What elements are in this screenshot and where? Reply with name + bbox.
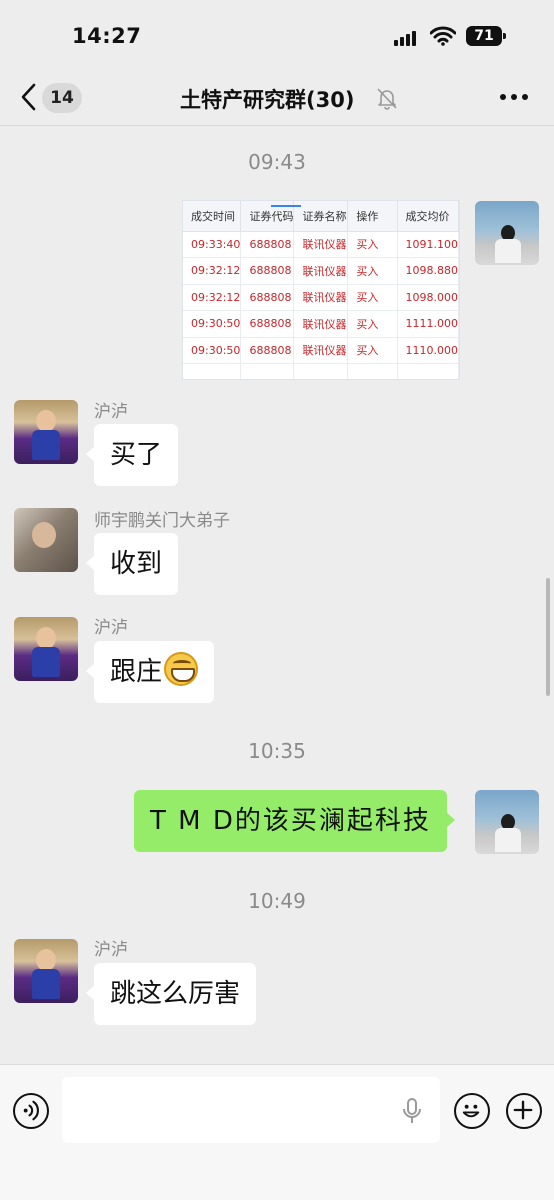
table-cell: 688808 [240, 231, 295, 258]
message-input[interactable] [62, 1077, 440, 1143]
trade-screenshot-image[interactable]: 成交时间 证券代码 证券名称 操作 成交均价 09:33:40 688808 联… [182, 200, 460, 380]
table-row: 09:33:40 688808 联讯仪器 买入 1091.100 [183, 231, 459, 258]
table-cell: 09:32:12 [183, 257, 242, 285]
avatar[interactable] [14, 400, 78, 464]
table-row: 09:30:50 688808 联讯仪器 买入 1110.000 [183, 337, 459, 364]
input-bar [0, 1064, 554, 1200]
status-bar: 14:27 71 [0, 0, 554, 70]
unread-count-badge[interactable]: 14 [42, 83, 82, 113]
table-cell: 联讯仪器 [293, 257, 349, 285]
table-row: 09:32:12 688808 联讯仪器 买入 1098.000 [183, 284, 459, 311]
sender-name: 沪泸 [94, 402, 128, 422]
table-cell: 买入 [347, 337, 398, 364]
table-header: 证券名称 [293, 201, 349, 232]
avatar[interactable] [14, 939, 78, 1003]
chat-title[interactable]: 土特产研究群(30) [180, 84, 354, 114]
table-cell: 1110.000 [397, 337, 459, 364]
mic-icon[interactable] [402, 1097, 422, 1125]
table-header: 操作 [347, 201, 398, 232]
sender-name: 沪泸 [94, 618, 128, 638]
timestamp: 09:43 [248, 150, 306, 174]
table-cell: 买入 [347, 284, 398, 311]
battery-icon: 71 [466, 26, 506, 46]
status-time: 14:27 [72, 24, 142, 48]
table-cell: 1091.100 [397, 231, 459, 258]
scrollbar[interactable] [546, 578, 550, 696]
plus-icon[interactable] [506, 1093, 542, 1129]
wifi-icon [430, 26, 456, 46]
table-cell: 联讯仪器 [293, 310, 349, 338]
message-bubble[interactable]: 跳这么厉害 [85, 963, 257, 1025]
back-icon[interactable] [18, 82, 40, 112]
table-header: 成交均价 [397, 201, 459, 232]
voice-icon[interactable] [13, 1093, 49, 1129]
my-avatar[interactable] [475, 201, 539, 265]
sender-name: 师宇鹏关门大弟子 [94, 511, 230, 531]
table-cell: 1111.000 [397, 310, 459, 338]
signal-icon [394, 30, 418, 46]
table-cell: 买入 [347, 231, 398, 258]
trade-table: 成交时间 证券代码 证券名称 操作 成交均价 09:33:40 688808 联… [183, 201, 459, 379]
mute-icon [377, 88, 397, 110]
table-cell: 09:32:12 [183, 284, 242, 311]
table-cell: 买入 [347, 257, 398, 285]
table-cell: 688808 [240, 284, 295, 311]
table-cell: 688808 [240, 337, 295, 364]
timestamp: 10:35 [248, 739, 306, 763]
sender-name: 沪泸 [94, 940, 128, 960]
table-cell: 09:30:50 [183, 310, 242, 338]
table-cell: 688808 [240, 310, 295, 338]
avatar[interactable] [14, 508, 78, 572]
my-avatar[interactable] [475, 790, 539, 854]
table-cell: 联讯仪器 [293, 337, 349, 364]
table-row [183, 363, 459, 379]
message-bubble[interactable]: 收到 [85, 533, 179, 595]
table-cell: 09:30:50 [183, 337, 242, 364]
timestamp: 10:49 [248, 889, 306, 913]
avatar[interactable] [14, 617, 78, 681]
table-row: 09:30:50 688808 联讯仪器 买入 1111.000 [183, 310, 459, 338]
grin-emoji-icon [164, 652, 199, 686]
table-cell: 联讯仪器 [293, 231, 349, 258]
table-cell: 1098.000 [397, 284, 459, 311]
message-bubble[interactable]: 跟庄 [85, 641, 215, 703]
more-icon[interactable] [500, 94, 530, 102]
chat-header: 14 土特产研究群(30) [0, 70, 554, 126]
table-cell: 买入 [347, 310, 398, 338]
table-cell: 1098.880 [397, 257, 459, 285]
table-header: 成交时间 [183, 201, 242, 232]
emoji-icon[interactable] [454, 1093, 490, 1129]
message-bubble[interactable]: 买了 [85, 424, 179, 486]
table-cell: 688808 [240, 257, 295, 285]
message-text: 跟庄 [110, 657, 163, 687]
message-bubble[interactable]: T M D的该买澜起科技 [134, 790, 455, 852]
table-cell: 09:33:40 [183, 231, 242, 258]
table-cell: 联讯仪器 [293, 284, 349, 311]
table-row: 09:32:12 688808 联讯仪器 买入 1098.880 [183, 257, 459, 285]
